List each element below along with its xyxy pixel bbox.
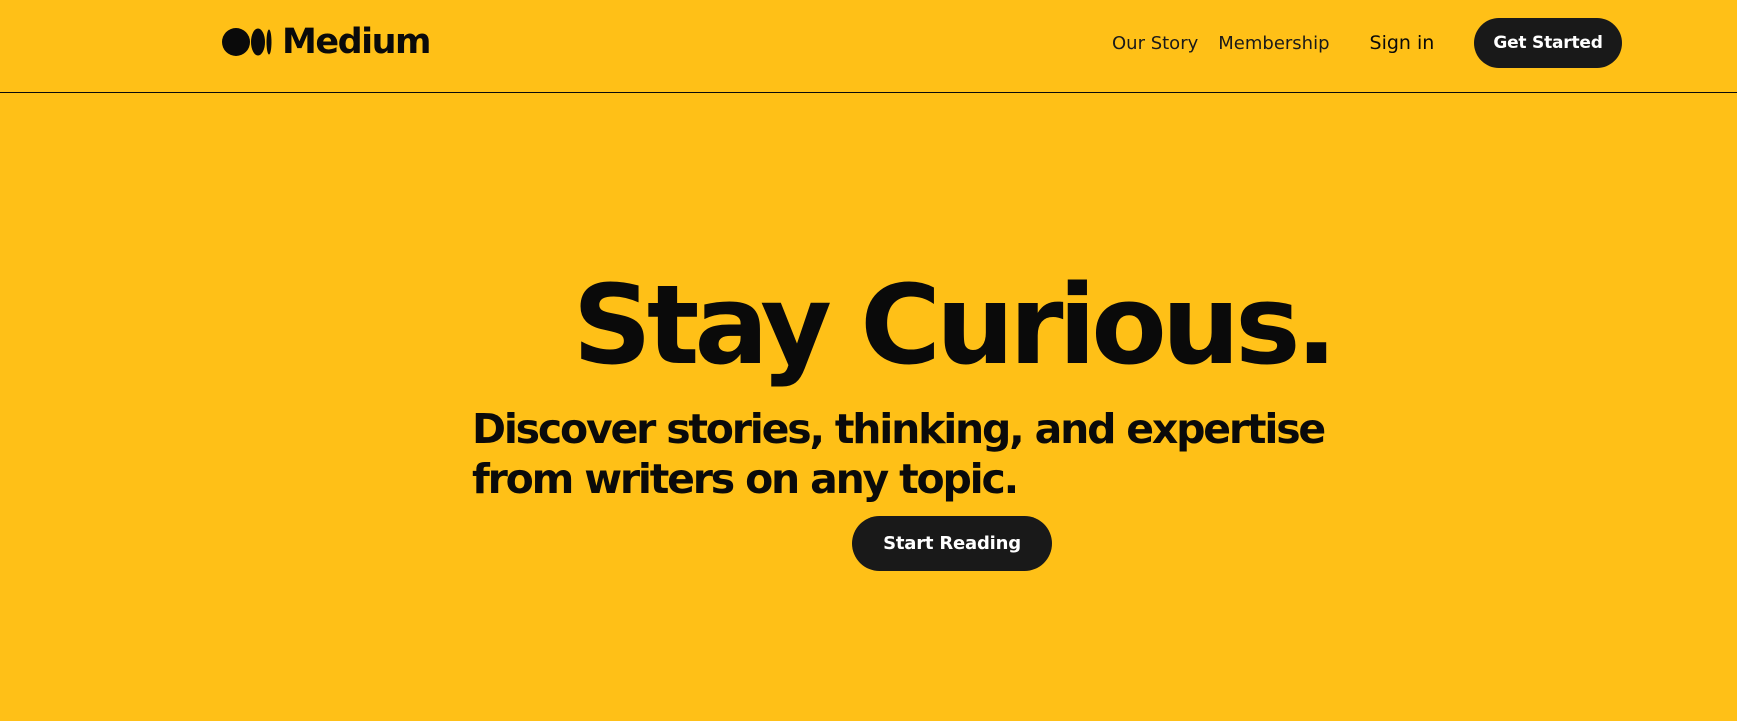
sign-in-link[interactable]: Sign in [1370, 32, 1435, 54]
brand-name: Medium [282, 22, 432, 62]
get-started-button[interactable]: Get Started [1474, 18, 1622, 68]
site-header: Medium Our Story Membership Sign in Get … [0, 0, 1737, 93]
medium-logo[interactable]: Medium [222, 20, 432, 64]
hero-subtitle: Discover stories, thinking, and expertis… [472, 405, 1326, 503]
nav-our-story-link[interactable]: Our Story [1112, 33, 1198, 54]
landing-page: Medium Our Story Membership Sign in Get … [0, 0, 1737, 721]
hero-title: Stay Curious. [572, 261, 1338, 389]
nav-membership-link[interactable]: Membership [1218, 33, 1329, 54]
top-nav: Our Story Membership Sign in Get Started [1112, 18, 1622, 68]
medium-logo-icon [222, 28, 272, 56]
start-reading-button[interactable]: Start Reading [852, 516, 1052, 571]
